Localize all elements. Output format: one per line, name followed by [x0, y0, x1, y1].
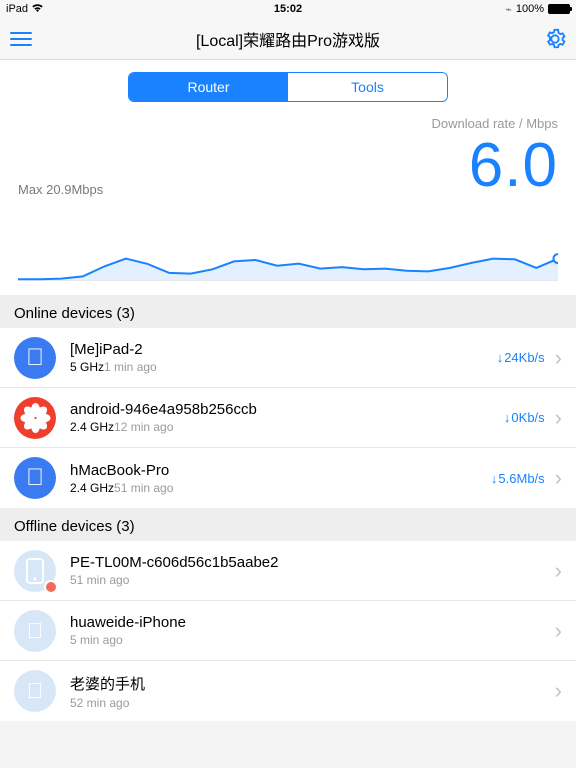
device-time: 1 min ago — [104, 360, 157, 374]
tab-bar: Router Tools — [0, 60, 576, 108]
chevron-right-icon: › — [555, 558, 562, 584]
offline-device-list: PE-TL00M-c606d56c1b5aabe251 min ago›hua… — [0, 541, 576, 721]
device-name: 老婆的手机 — [70, 673, 555, 694]
offline-header: Offline devices (3) — [0, 508, 576, 541]
device-avatar:  — [14, 457, 56, 499]
device-band: 2.4 GHz — [70, 420, 114, 434]
apple-icon:  — [26, 346, 44, 370]
tab-tools[interactable]: Tools — [288, 73, 447, 101]
apple-icon:  — [26, 466, 44, 490]
chevron-right-icon: › — [555, 405, 562, 431]
device-name: [Me]iPad-2 — [70, 341, 497, 358]
status-bar: iPad 15:02 ⌁ 100% — [0, 0, 576, 18]
chevron-right-icon: › — [555, 465, 562, 491]
rate-value: 6.0 — [469, 135, 558, 197]
battery-percent: 100% — [516, 3, 544, 15]
device-rate: ↓24Kb/s — [497, 350, 545, 365]
chevron-right-icon: › — [555, 678, 562, 704]
device-name: android-946e4a958b256ccb — [70, 401, 504, 418]
download-arrow-icon: ↓ — [504, 410, 511, 425]
device-row[interactable]:  [Me]iPad-2 5 GHz1 min ago ↓24Kb/s › — [0, 328, 576, 388]
settings-button[interactable] — [544, 28, 566, 50]
device-name: huaweide-iPhone — [70, 614, 555, 631]
rate-chart — [18, 197, 558, 287]
apple-icon:  — [27, 620, 44, 642]
device-avatar — [14, 397, 56, 439]
rate-max: Max 20.9Mbps — [18, 182, 103, 197]
menu-button[interactable] — [10, 32, 32, 46]
device-row[interactable]:  hMacBook-Pro 2.4 GHz51 min ago ↓5.6Mb/s › — [0, 448, 576, 508]
chevron-right-icon: › — [555, 618, 562, 644]
device-time: 52 min ago — [70, 696, 555, 710]
device-band: 2.4 GHz — [70, 481, 114, 495]
device-row[interactable]:  huaweide-iPhone 5 min ago› — [0, 601, 576, 661]
huawei-icon — [20, 403, 50, 433]
device-row[interactable]: android-946e4a958b256ccb 2.4 GHz12 min ag… — [0, 388, 576, 448]
device-time: 51 min ago — [70, 573, 555, 587]
apple-icon:  — [27, 680, 44, 702]
page-title: [Local]荣耀路由Pro游戏版 — [32, 27, 544, 51]
bluetooth-icon: ⌁ — [505, 3, 512, 16]
device-avatar:  — [14, 670, 56, 712]
device-time: 5 min ago — [70, 633, 555, 647]
alert-badge — [44, 580, 58, 594]
nav-bar: [Local]荣耀路由Pro游戏版 — [0, 18, 576, 60]
device-rate: ↓5.6Mb/s — [491, 471, 545, 486]
device-name: hMacBook-Pro — [70, 462, 491, 479]
device-avatar — [14, 550, 56, 592]
device-avatar:  — [14, 610, 56, 652]
device-row[interactable]: PE-TL00M-c606d56c1b5aabe2 51 min ago› — [0, 541, 576, 601]
device-avatar:  — [14, 337, 56, 379]
online-header: Online devices (3) — [0, 295, 576, 328]
device-band: 5 GHz — [70, 360, 104, 374]
device-rate: ↓0Kb/s — [504, 410, 545, 425]
device-name: PE-TL00M-c606d56c1b5aabe2 — [70, 554, 555, 571]
device-row[interactable]:  老婆的手机 52 min ago› — [0, 661, 576, 721]
carrier-label: iPad — [6, 3, 28, 15]
download-arrow-icon: ↓ — [497, 350, 504, 365]
rate-label: Download rate / Mbps — [18, 116, 558, 131]
rate-card: Download rate / Mbps Max 20.9Mbps 6.0 — [0, 108, 576, 295]
status-time: 15:02 — [126, 3, 450, 15]
device-time: 12 min ago — [114, 420, 173, 434]
chevron-right-icon: › — [555, 345, 562, 371]
device-time: 51 min ago — [114, 481, 173, 495]
phone-icon — [26, 558, 44, 584]
download-arrow-icon: ↓ — [491, 471, 498, 486]
battery-icon — [548, 4, 570, 14]
tab-router[interactable]: Router — [129, 73, 288, 101]
online-device-list: [Me]iPad-25 GHz1 min ago↓24Kb/s›android… — [0, 328, 576, 508]
wifi-icon — [31, 3, 44, 16]
